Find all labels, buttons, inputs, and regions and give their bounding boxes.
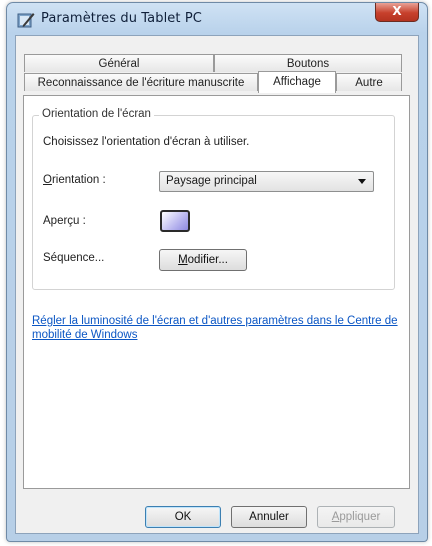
tablet-pen-icon: [17, 13, 35, 28]
orientation-description: Choisissez l'orientation d'écran à utili…: [43, 136, 250, 148]
display-tab-panel: Orientation de l'écran Choisissez l'orie…: [23, 95, 410, 489]
preview-label: Aperçu :: [43, 215, 86, 227]
orientation-dropdown[interactable]: Paysage principal: [159, 171, 374, 192]
mobility-center-link[interactable]: Régler la luminosité de l'écran et d'aut…: [32, 314, 402, 342]
modify-button-rest: odifier...: [187, 254, 228, 266]
orientation-label-accel: O: [43, 174, 52, 186]
tab-other[interactable]: Autre: [336, 73, 402, 91]
screen-orientation-group: Orientation de l'écran Choisissez l'orie…: [32, 108, 395, 290]
dialog-body: Général Boutons Reconnaissance de l'écri…: [15, 35, 419, 534]
ok-button[interactable]: OK: [145, 506, 221, 528]
tab-general[interactable]: Général: [24, 54, 214, 72]
tablet-pc-settings-window: Paramètres du Tablet PC X Général Bouton…: [6, 2, 428, 542]
tab-display[interactable]: Affichage: [258, 71, 336, 93]
title-bar[interactable]: Paramètres du Tablet PC X: [7, 3, 427, 35]
orientation-label-rest: rientation :: [51, 174, 106, 186]
modify-sequence-button[interactable]: Modifier...: [159, 249, 247, 271]
modify-button-accel: M: [178, 254, 188, 266]
window-title: Paramètres du Tablet PC: [41, 11, 202, 26]
cancel-button[interactable]: Annuler: [231, 506, 307, 528]
tab-handwriting-recognition[interactable]: Reconnaissance de l'écriture manuscrite: [24, 73, 258, 91]
orientation-label: Orientation :: [43, 174, 106, 186]
apply-button[interactable]: Appliquer: [317, 506, 395, 528]
dropdown-arrow-icon[interactable]: [358, 179, 366, 184]
tab-buttons[interactable]: Boutons: [214, 54, 402, 72]
screen-preview-icon: [160, 210, 190, 232]
orientation-selected-value: Paysage principal: [166, 175, 257, 187]
apply-button-rest: ppliquer: [339, 511, 381, 523]
sequence-label: Séquence...: [43, 252, 105, 264]
group-legend: Orientation de l'écran: [39, 108, 154, 120]
close-button[interactable]: X: [375, 3, 419, 22]
